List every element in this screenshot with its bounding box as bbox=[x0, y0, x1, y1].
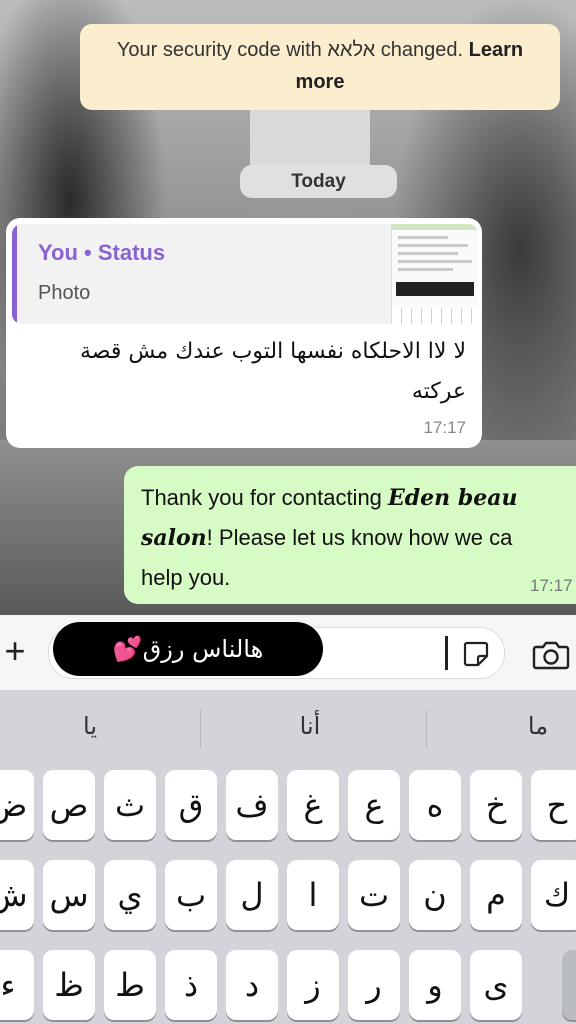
key[interactable]: ح bbox=[531, 770, 576, 840]
key[interactable]: ز bbox=[287, 950, 339, 1020]
key[interactable]: ن bbox=[409, 860, 461, 930]
key[interactable]: خ bbox=[470, 770, 522, 840]
quoted-status-reply[interactable]: You • Status Photo bbox=[12, 224, 478, 324]
outgoing-line2-suffix: ! Please let us know how we ca bbox=[206, 525, 513, 550]
key[interactable]: ظ bbox=[43, 950, 95, 1020]
quote-thumbnail bbox=[391, 224, 478, 324]
business-name-part2: salon bbox=[141, 525, 207, 551]
outgoing-message-text: Thank you for contacting Eden beau salon… bbox=[141, 478, 576, 598]
key[interactable]: ع bbox=[348, 770, 400, 840]
key[interactable]: ث bbox=[104, 770, 156, 840]
quote-accent-bar bbox=[12, 224, 17, 324]
key[interactable]: ق bbox=[165, 770, 217, 840]
text-cursor bbox=[445, 636, 448, 670]
incoming-message-text: لا لاا الاحلكاه نفسها التوب عندك مش قصة … bbox=[80, 339, 466, 404]
key[interactable]: ب bbox=[165, 860, 217, 930]
incoming-message-time: 17:17 bbox=[423, 418, 466, 437]
key[interactable]: ء bbox=[0, 950, 34, 1020]
key[interactable]: و bbox=[409, 950, 461, 1020]
arabic-keyboard: يا أنا ما ض ص ث ق ف غ ع ه خ ح ش س ي ب ل … bbox=[0, 690, 576, 1024]
incoming-message-bubble[interactable]: You • Status Photo لا لاا الاحلكاه نفسها… bbox=[6, 218, 482, 448]
key[interactable]: ط bbox=[104, 950, 156, 1020]
business-name-part1: Eden beau bbox=[388, 485, 518, 511]
key[interactable]: ف bbox=[226, 770, 278, 840]
suggestion-3[interactable]: ما bbox=[508, 712, 568, 740]
delete-key[interactable] bbox=[562, 950, 576, 1020]
key[interactable]: ى bbox=[470, 950, 522, 1020]
suggestion-1[interactable]: يا bbox=[60, 712, 120, 740]
key[interactable]: س bbox=[43, 860, 95, 930]
key[interactable]: ي bbox=[104, 860, 156, 930]
key[interactable]: ص bbox=[43, 770, 95, 840]
key[interactable]: د bbox=[226, 950, 278, 1020]
key[interactable]: ذ bbox=[165, 950, 217, 1020]
key[interactable]: ه bbox=[409, 770, 461, 840]
key[interactable]: ض bbox=[0, 770, 34, 840]
plus-icon[interactable]: + bbox=[0, 633, 30, 669]
quote-author: You • Status bbox=[38, 240, 166, 265]
suggestion-bar: يا أنا ما bbox=[0, 690, 576, 762]
outgoing-line1-prefix: Thank you for contacting bbox=[141, 485, 389, 510]
suggestion-2[interactable]: أنا bbox=[280, 712, 340, 740]
security-code-notice[interactable]: Your security code with אלאא changed. Le… bbox=[80, 24, 560, 110]
key[interactable]: ت bbox=[348, 860, 400, 930]
key[interactable]: م bbox=[470, 860, 522, 930]
key[interactable]: ر bbox=[348, 950, 400, 1020]
sticker-icon[interactable] bbox=[462, 640, 490, 668]
key[interactable]: غ bbox=[287, 770, 339, 840]
key[interactable]: ل bbox=[226, 860, 278, 930]
quote-type: Photo bbox=[38, 282, 91, 304]
date-separator: Today bbox=[240, 165, 397, 198]
security-notice-text: Your security code with אלאא changed. bbox=[116, 39, 464, 61]
camera-icon[interactable] bbox=[532, 640, 570, 670]
text-sticker-overlay[interactable]: هالناس رزق💕 bbox=[53, 622, 323, 676]
outgoing-message-bubble[interactable]: Thank you for contacting Eden beau salon… bbox=[124, 466, 576, 604]
key[interactable]: ك bbox=[531, 860, 576, 930]
outgoing-line3: help you. bbox=[141, 565, 231, 590]
outgoing-message-time: 17:17 bbox=[530, 576, 573, 595]
key[interactable]: ا bbox=[287, 860, 339, 930]
key[interactable]: ش bbox=[0, 860, 34, 930]
